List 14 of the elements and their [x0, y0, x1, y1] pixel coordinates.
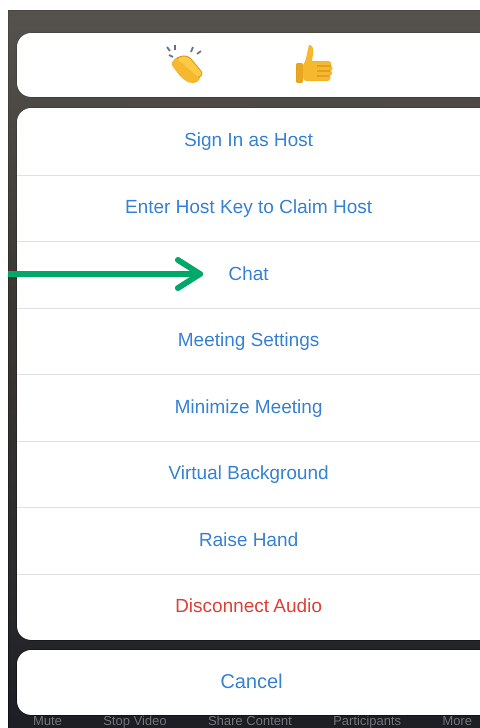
menu-item[interactable]: Raise Hand — [17, 507, 480, 574]
menu-item[interactable]: Meeting Settings — [17, 308, 480, 374]
menu-item[interactable]: Sign In as Host — [17, 108, 480, 174]
menu-item[interactable]: Virtual Background — [17, 440, 480, 507]
menu-item[interactable]: Minimize Meeting — [17, 374, 480, 440]
menu-item[interactable]: Chat — [17, 241, 480, 308]
toolbar-label[interactable]: Participants — [333, 713, 402, 728]
toolbar-label[interactable]: Mute — [33, 713, 62, 728]
menu-item[interactable]: Enter Host Key to Claim Host — [17, 174, 480, 241]
toolbar-label[interactable]: More — [442, 713, 472, 728]
toolbar-label[interactable]: Stop Video — [103, 713, 167, 728]
cancel-button[interactable]: Cancel — [17, 650, 480, 715]
toolbar-label[interactable]: Share Content — [208, 713, 292, 728]
menu-item[interactable]: Disconnect Audio — [17, 574, 480, 640]
